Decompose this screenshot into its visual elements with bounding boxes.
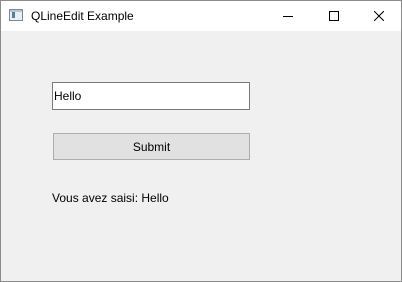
app-icon bbox=[9, 9, 23, 21]
title-bar[interactable]: QLineEdit Example bbox=[1, 1, 401, 31]
result-label: Vous avez saisi: Hello bbox=[52, 191, 169, 205]
minimize-button[interactable] bbox=[265, 1, 311, 31]
window-title: QLineEdit Example bbox=[31, 9, 134, 23]
submit-button[interactable]: Submit bbox=[53, 133, 250, 160]
text-input[interactable] bbox=[52, 82, 250, 110]
minimize-icon bbox=[283, 16, 293, 17]
maximize-icon bbox=[329, 11, 339, 21]
main-window: QLineEdit Example Submit Vous avez saisi… bbox=[0, 0, 402, 282]
maximize-button[interactable] bbox=[311, 1, 357, 31]
close-button[interactable] bbox=[356, 1, 402, 31]
close-icon bbox=[374, 11, 384, 21]
